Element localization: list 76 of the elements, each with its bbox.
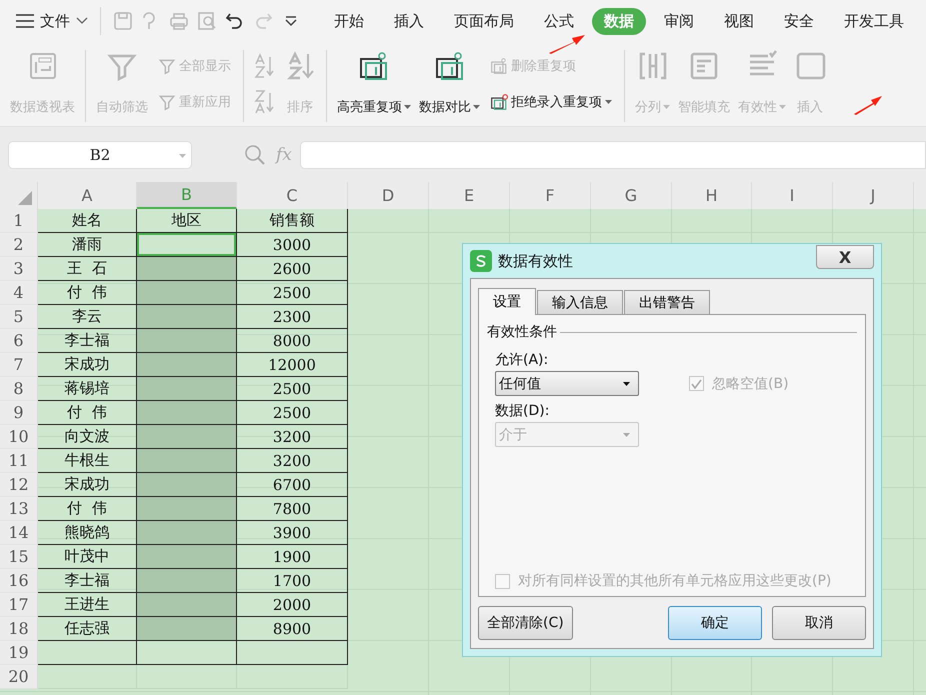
table-cell: 2500: [237, 377, 348, 401]
row-header[interactable]: 15: [0, 545, 38, 569]
table-cell: 6700: [237, 473, 348, 497]
table-cell: 2500: [237, 401, 348, 425]
dialog-button[interactable]: 确定: [668, 606, 762, 640]
row-header[interactable]: 9: [0, 401, 38, 425]
ribbon-tab[interactable]: 公式: [532, 8, 586, 34]
dialog-tab[interactable]: 设置: [478, 288, 536, 315]
table-cell: 7800: [237, 497, 348, 521]
row-header[interactable]: 8: [0, 377, 38, 401]
table-cell: 2500: [237, 281, 348, 305]
table-cell: 8900: [237, 617, 348, 641]
row-header[interactable]: 18: [0, 617, 38, 641]
table-cell: 销售额: [237, 209, 348, 233]
row-header[interactable]: 16: [0, 569, 38, 593]
row-header[interactable]: 5: [0, 305, 38, 329]
allow-label: 允许(A):: [495, 351, 548, 369]
table-cell: 2000: [237, 593, 348, 617]
data-label: 数据(D):: [495, 402, 550, 420]
dialog-title: 数据有效性: [498, 252, 573, 270]
row-header[interactable]: 1: [0, 209, 38, 233]
ribbon-tab[interactable]: 插入: [382, 8, 436, 34]
table-cell: 姓名: [38, 209, 137, 233]
table-cell: 地区: [137, 209, 237, 233]
column-header[interactable]: F: [510, 182, 591, 209]
table-cell: 1900: [237, 545, 348, 569]
row-header[interactable]: 17: [0, 593, 38, 617]
dialog-tab[interactable]: 出错警告: [624, 290, 710, 314]
dialog-button[interactable]: 取消: [772, 606, 866, 640]
column-header[interactable]: D: [348, 182, 429, 209]
table-cell: 12000: [237, 353, 348, 377]
table-cell: 3200: [237, 449, 348, 473]
section-label: 有效性条件: [487, 323, 557, 341]
table-cell: 3200: [237, 425, 348, 449]
ribbon-button[interactable]: 高亮重复项: [333, 46, 415, 126]
row-header[interactable]: 2: [0, 233, 38, 257]
dialog-button[interactable]: 全部清除(C): [478, 606, 573, 640]
row-header[interactable]: 13: [0, 497, 38, 521]
table-cell: 2600: [237, 257, 348, 281]
ribbon-tab[interactable]: 视图: [712, 8, 766, 34]
table-cell: 3000: [237, 233, 348, 257]
column-header[interactable]: J: [833, 182, 914, 209]
allow-dropdown[interactable]: 任何值: [495, 371, 639, 396]
column-header[interactable]: I: [752, 182, 833, 209]
row-header[interactable]: 19: [0, 641, 38, 665]
table-cell: 2300: [237, 305, 348, 329]
table-cell: 8000: [237, 329, 348, 353]
ribbon-button[interactable]: 拒绝录入重复项: [488, 91, 614, 113]
checkbox-label: 忽略空值(B): [712, 374, 789, 392]
name-box[interactable]: B2: [8, 140, 192, 168]
dialog-tab[interactable]: 输入信息: [537, 290, 623, 314]
ribbon-tab[interactable]: 开始: [322, 8, 376, 34]
ribbon-tab[interactable]: 审阅: [652, 8, 706, 34]
table-cell: 1700: [237, 569, 348, 593]
row-header[interactable]: 10: [0, 425, 38, 449]
table-cell: 潘雨: [38, 233, 137, 257]
row-header[interactable]: 12: [0, 473, 38, 497]
row-header[interactable]: 11: [0, 449, 38, 473]
ribbon-tab[interactable]: 开发工具: [832, 8, 916, 34]
row-header[interactable]: 4: [0, 281, 38, 305]
row-header[interactable]: 3: [0, 257, 38, 281]
ribbon-tab[interactable]: 页面布局: [442, 8, 526, 34]
column-header[interactable]: C: [237, 182, 348, 209]
row-header[interactable]: 6: [0, 329, 38, 353]
file-menu[interactable]: 文件: [12, 6, 92, 36]
column-header[interactable]: H: [672, 182, 752, 209]
column-header[interactable]: G: [591, 182, 672, 209]
ribbon-tab[interactable]: 安全: [772, 8, 826, 34]
row-header[interactable]: 14: [0, 521, 38, 545]
close-button[interactable]: X: [816, 245, 874, 269]
row-header[interactable]: 7: [0, 353, 38, 377]
column-header[interactable]: E: [429, 182, 510, 209]
table-cell: 3900: [237, 521, 348, 545]
row-header[interactable]: 20: [0, 665, 38, 689]
checkbox-label: 对所有同样设置的其他所有单元格应用这些更改(P): [518, 572, 832, 590]
ribbon-button[interactable]: 数据对比: [415, 46, 484, 126]
